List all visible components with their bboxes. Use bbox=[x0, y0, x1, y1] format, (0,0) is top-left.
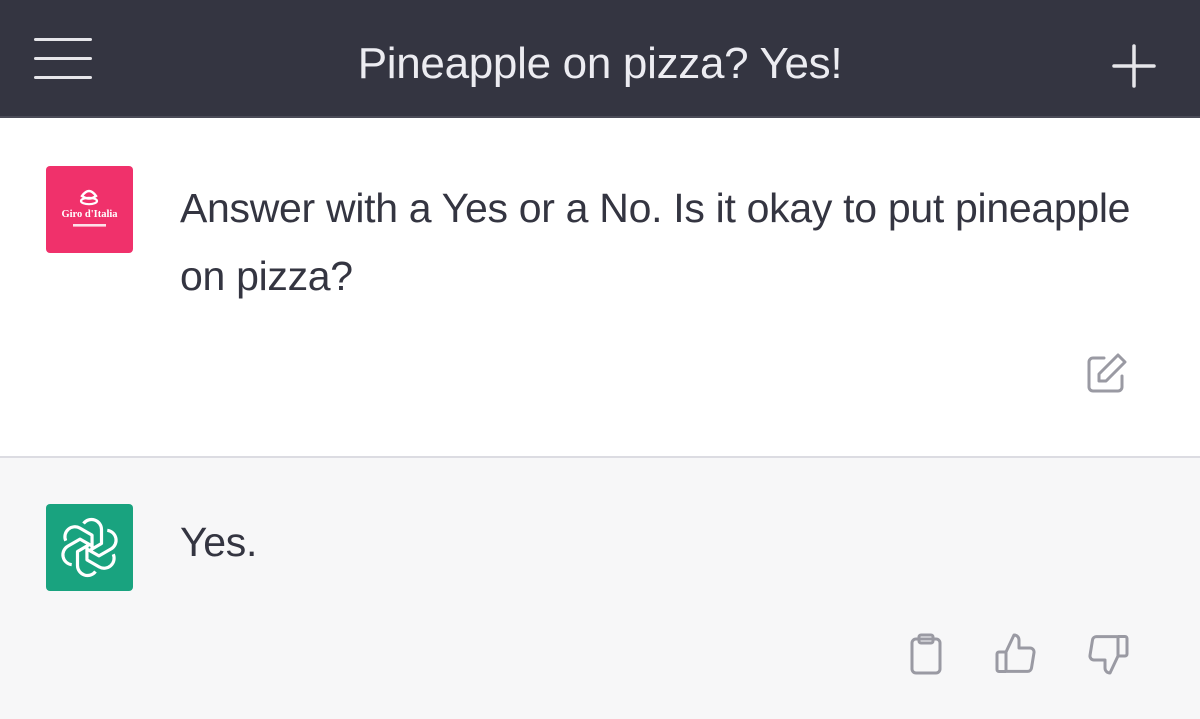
chat-screen: Pineapple on pizza? Yes! Giro d'Italia A… bbox=[0, 0, 1200, 719]
svg-text:Giro d'Italia: Giro d'Italia bbox=[61, 209, 118, 220]
user-message: Giro d'Italia Answer with a Yes or a No.… bbox=[0, 118, 1200, 458]
thumbs-up-icon[interactable] bbox=[992, 630, 1040, 678]
plus-icon[interactable] bbox=[1106, 38, 1162, 94]
conversation-title: Pineapple on pizza? Yes! bbox=[357, 39, 843, 88]
edit-icon[interactable] bbox=[1082, 350, 1130, 398]
openai-logo-icon bbox=[46, 504, 133, 591]
hamburger-menu-icon[interactable] bbox=[28, 30, 98, 90]
assistant-message: Yes. bbox=[0, 458, 1200, 719]
thumbs-down-icon[interactable] bbox=[1084, 630, 1132, 678]
top-bar: Pineapple on pizza? Yes! bbox=[0, 0, 1200, 118]
giro-ditalia-logo: Giro d'Italia bbox=[61, 189, 118, 227]
assistant-message-text: Yes. bbox=[180, 519, 258, 565]
user-message-text: Answer with a Yes or a No. Is it okay to… bbox=[180, 185, 1131, 299]
clipboard-icon[interactable] bbox=[902, 630, 950, 678]
user-avatar: Giro d'Italia bbox=[46, 166, 133, 253]
